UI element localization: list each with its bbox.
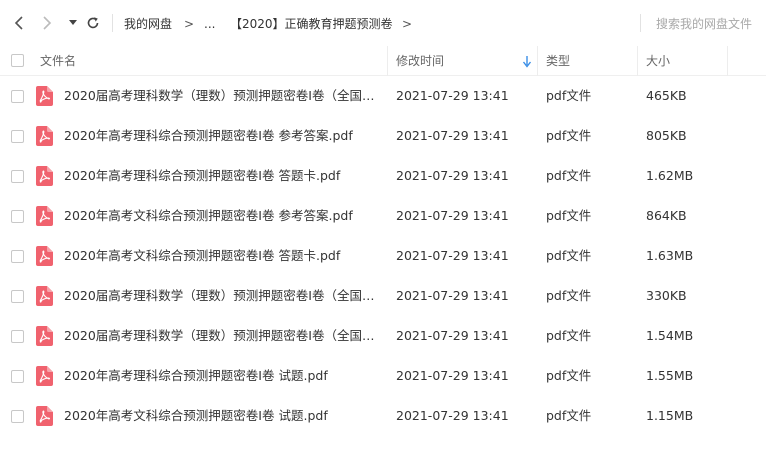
file-modified-time: 2021-07-29 13:41 <box>396 168 509 183</box>
row-checkbox[interactable] <box>11 130 24 143</box>
breadcrumb-root[interactable]: 我的网盘 <box>124 16 172 32</box>
file-list: 2020届高考理科数学（理数）预测押题密卷I卷（全国1卷... 2021-07-… <box>0 76 766 436</box>
file-type: pdf文件 <box>546 328 592 343</box>
column-resizer[interactable] <box>387 46 388 76</box>
file-type: pdf文件 <box>546 128 592 143</box>
file-name[interactable]: 2020届高考理科数学（理数）预测押题密卷I卷（全国1卷... <box>64 76 382 116</box>
file-modified-time: 2021-07-29 13:41 <box>396 248 509 263</box>
file-modified-time: 2021-07-29 13:41 <box>396 328 509 343</box>
row-checkbox[interactable] <box>11 250 24 263</box>
pdf-file-icon <box>36 366 53 386</box>
column-header-size[interactable]: 大小 <box>646 46 670 76</box>
file-size: 330KB <box>646 288 687 303</box>
row-checkbox[interactable] <box>11 210 24 223</box>
file-row[interactable]: 2020年高考理科综合预测押题密卷I卷 答题卡.pdf 2021-07-29 1… <box>0 156 766 196</box>
pdf-file-icon <box>36 206 53 226</box>
file-row[interactable]: 2020年高考理科综合预测押题密卷I卷 试题.pdf 2021-07-29 13… <box>0 356 766 396</box>
file-size: 805KB <box>646 128 687 143</box>
breadcrumb-ellipsis[interactable]: ... <box>204 16 215 32</box>
file-size: 864KB <box>646 208 687 223</box>
column-resizer[interactable] <box>727 46 728 76</box>
file-modified-time: 2021-07-29 13:41 <box>396 368 509 383</box>
file-name[interactable]: 2020年高考文科综合预测押题密卷I卷 参考答案.pdf <box>64 196 382 236</box>
pdf-file-icon <box>36 86 53 106</box>
file-row[interactable]: 2020年高考文科综合预测押题密卷I卷 答题卡.pdf 2021-07-29 1… <box>0 236 766 276</box>
file-size: 1.55MB <box>646 368 694 383</box>
file-type: pdf文件 <box>546 248 592 263</box>
forward-button[interactable] <box>38 14 56 32</box>
row-checkbox[interactable] <box>11 410 24 423</box>
file-list-header: 文件名 修改时间 类型 大小 <box>0 46 766 76</box>
select-all-checkbox[interactable] <box>11 54 24 67</box>
sort-arrow-down-icon[interactable] <box>522 56 532 68</box>
file-type: pdf文件 <box>546 368 592 383</box>
row-checkbox[interactable] <box>11 290 24 303</box>
file-type: pdf文件 <box>546 168 592 183</box>
file-size: 1.15MB <box>646 408 694 423</box>
search-input[interactable] <box>648 12 760 36</box>
pdf-file-icon <box>36 166 53 186</box>
back-button[interactable] <box>10 14 28 32</box>
row-checkbox[interactable] <box>11 370 24 383</box>
breadcrumb-separator: > <box>184 17 195 31</box>
file-name[interactable]: 2020年高考文科综合预测押题密卷I卷 试题.pdf <box>64 396 382 436</box>
file-name[interactable]: 2020届高考理科数学（理数）预测押题密卷I卷（全国1卷... <box>64 276 382 316</box>
pdf-file-icon <box>36 286 53 306</box>
file-row[interactable]: 2020年高考文科综合预测押题密卷I卷 参考答案.pdf 2021-07-29 … <box>0 196 766 236</box>
column-resizer[interactable] <box>637 46 638 76</box>
file-modified-time: 2021-07-29 13:41 <box>396 128 509 143</box>
file-row[interactable]: 2020届高考理科数学（理数）预测押题密卷I卷（全国1卷... 2021-07-… <box>0 76 766 116</box>
row-checkbox[interactable] <box>11 90 24 103</box>
chevron-left-icon <box>14 16 23 30</box>
file-type: pdf文件 <box>546 88 592 103</box>
caret-down-icon <box>69 20 77 25</box>
pdf-file-icon <box>36 406 53 426</box>
history-dropdown-button[interactable] <box>64 14 82 32</box>
pdf-file-icon <box>36 246 53 266</box>
toolbar-divider <box>112 14 113 32</box>
refresh-button[interactable] <box>84 14 102 32</box>
pdf-file-icon <box>36 126 53 146</box>
file-size: 465KB <box>646 88 687 103</box>
search-divider <box>640 14 641 32</box>
pdf-file-icon <box>36 326 53 346</box>
breadcrumb-current[interactable]: 【2020】正确教育押题预测卷 <box>230 16 393 32</box>
file-modified-time: 2021-07-29 13:41 <box>396 88 509 103</box>
file-modified-time: 2021-07-29 13:41 <box>396 288 509 303</box>
file-modified-time: 2021-07-29 13:41 <box>396 208 509 223</box>
file-row[interactable]: 2020年高考理科综合预测押题密卷I卷 参考答案.pdf 2021-07-29 … <box>0 116 766 156</box>
file-row[interactable]: 2020届高考理科数学（理数）预测押题密卷I卷（全国1卷... 2021-07-… <box>0 276 766 316</box>
breadcrumb-separator[interactable]: > <box>402 16 412 32</box>
column-header-name[interactable]: 文件名 <box>40 46 76 76</box>
file-name[interactable]: 2020年高考文科综合预测押题密卷I卷 答题卡.pdf <box>64 236 382 276</box>
file-size: 1.62MB <box>646 168 694 183</box>
chevron-right-icon <box>43 16 52 30</box>
toolbar: 我的网盘 > ... 【2020】正确教育押题预测卷 > <box>0 0 766 46</box>
column-header-modified[interactable]: 修改时间 <box>396 46 444 76</box>
file-row[interactable]: 2020年高考文科综合预测押题密卷I卷 试题.pdf 2021-07-29 13… <box>0 396 766 436</box>
file-name[interactable]: 2020年高考理科综合预测押题密卷I卷 参考答案.pdf <box>64 116 382 156</box>
column-header-type[interactable]: 类型 <box>546 46 570 76</box>
file-name[interactable]: 2020年高考理科综合预测押题密卷I卷 答题卡.pdf <box>64 156 382 196</box>
file-size: 1.63MB <box>646 248 694 263</box>
file-name[interactable]: 2020年高考理科综合预测押题密卷I卷 试题.pdf <box>64 356 382 396</box>
file-name[interactable]: 2020届高考理科数学（理数）预测押题密卷I卷（全国1卷... <box>64 316 382 356</box>
refresh-icon <box>87 17 99 29</box>
row-checkbox[interactable] <box>11 330 24 343</box>
file-type: pdf文件 <box>546 208 592 223</box>
file-size: 1.54MB <box>646 328 694 343</box>
row-checkbox[interactable] <box>11 170 24 183</box>
column-resizer[interactable] <box>537 46 538 76</box>
file-type: pdf文件 <box>546 288 592 303</box>
file-row[interactable]: 2020届高考理科数学（理数）预测押题密卷I卷（全国1卷... 2021-07-… <box>0 316 766 356</box>
file-modified-time: 2021-07-29 13:41 <box>396 408 509 423</box>
file-type: pdf文件 <box>546 408 592 423</box>
